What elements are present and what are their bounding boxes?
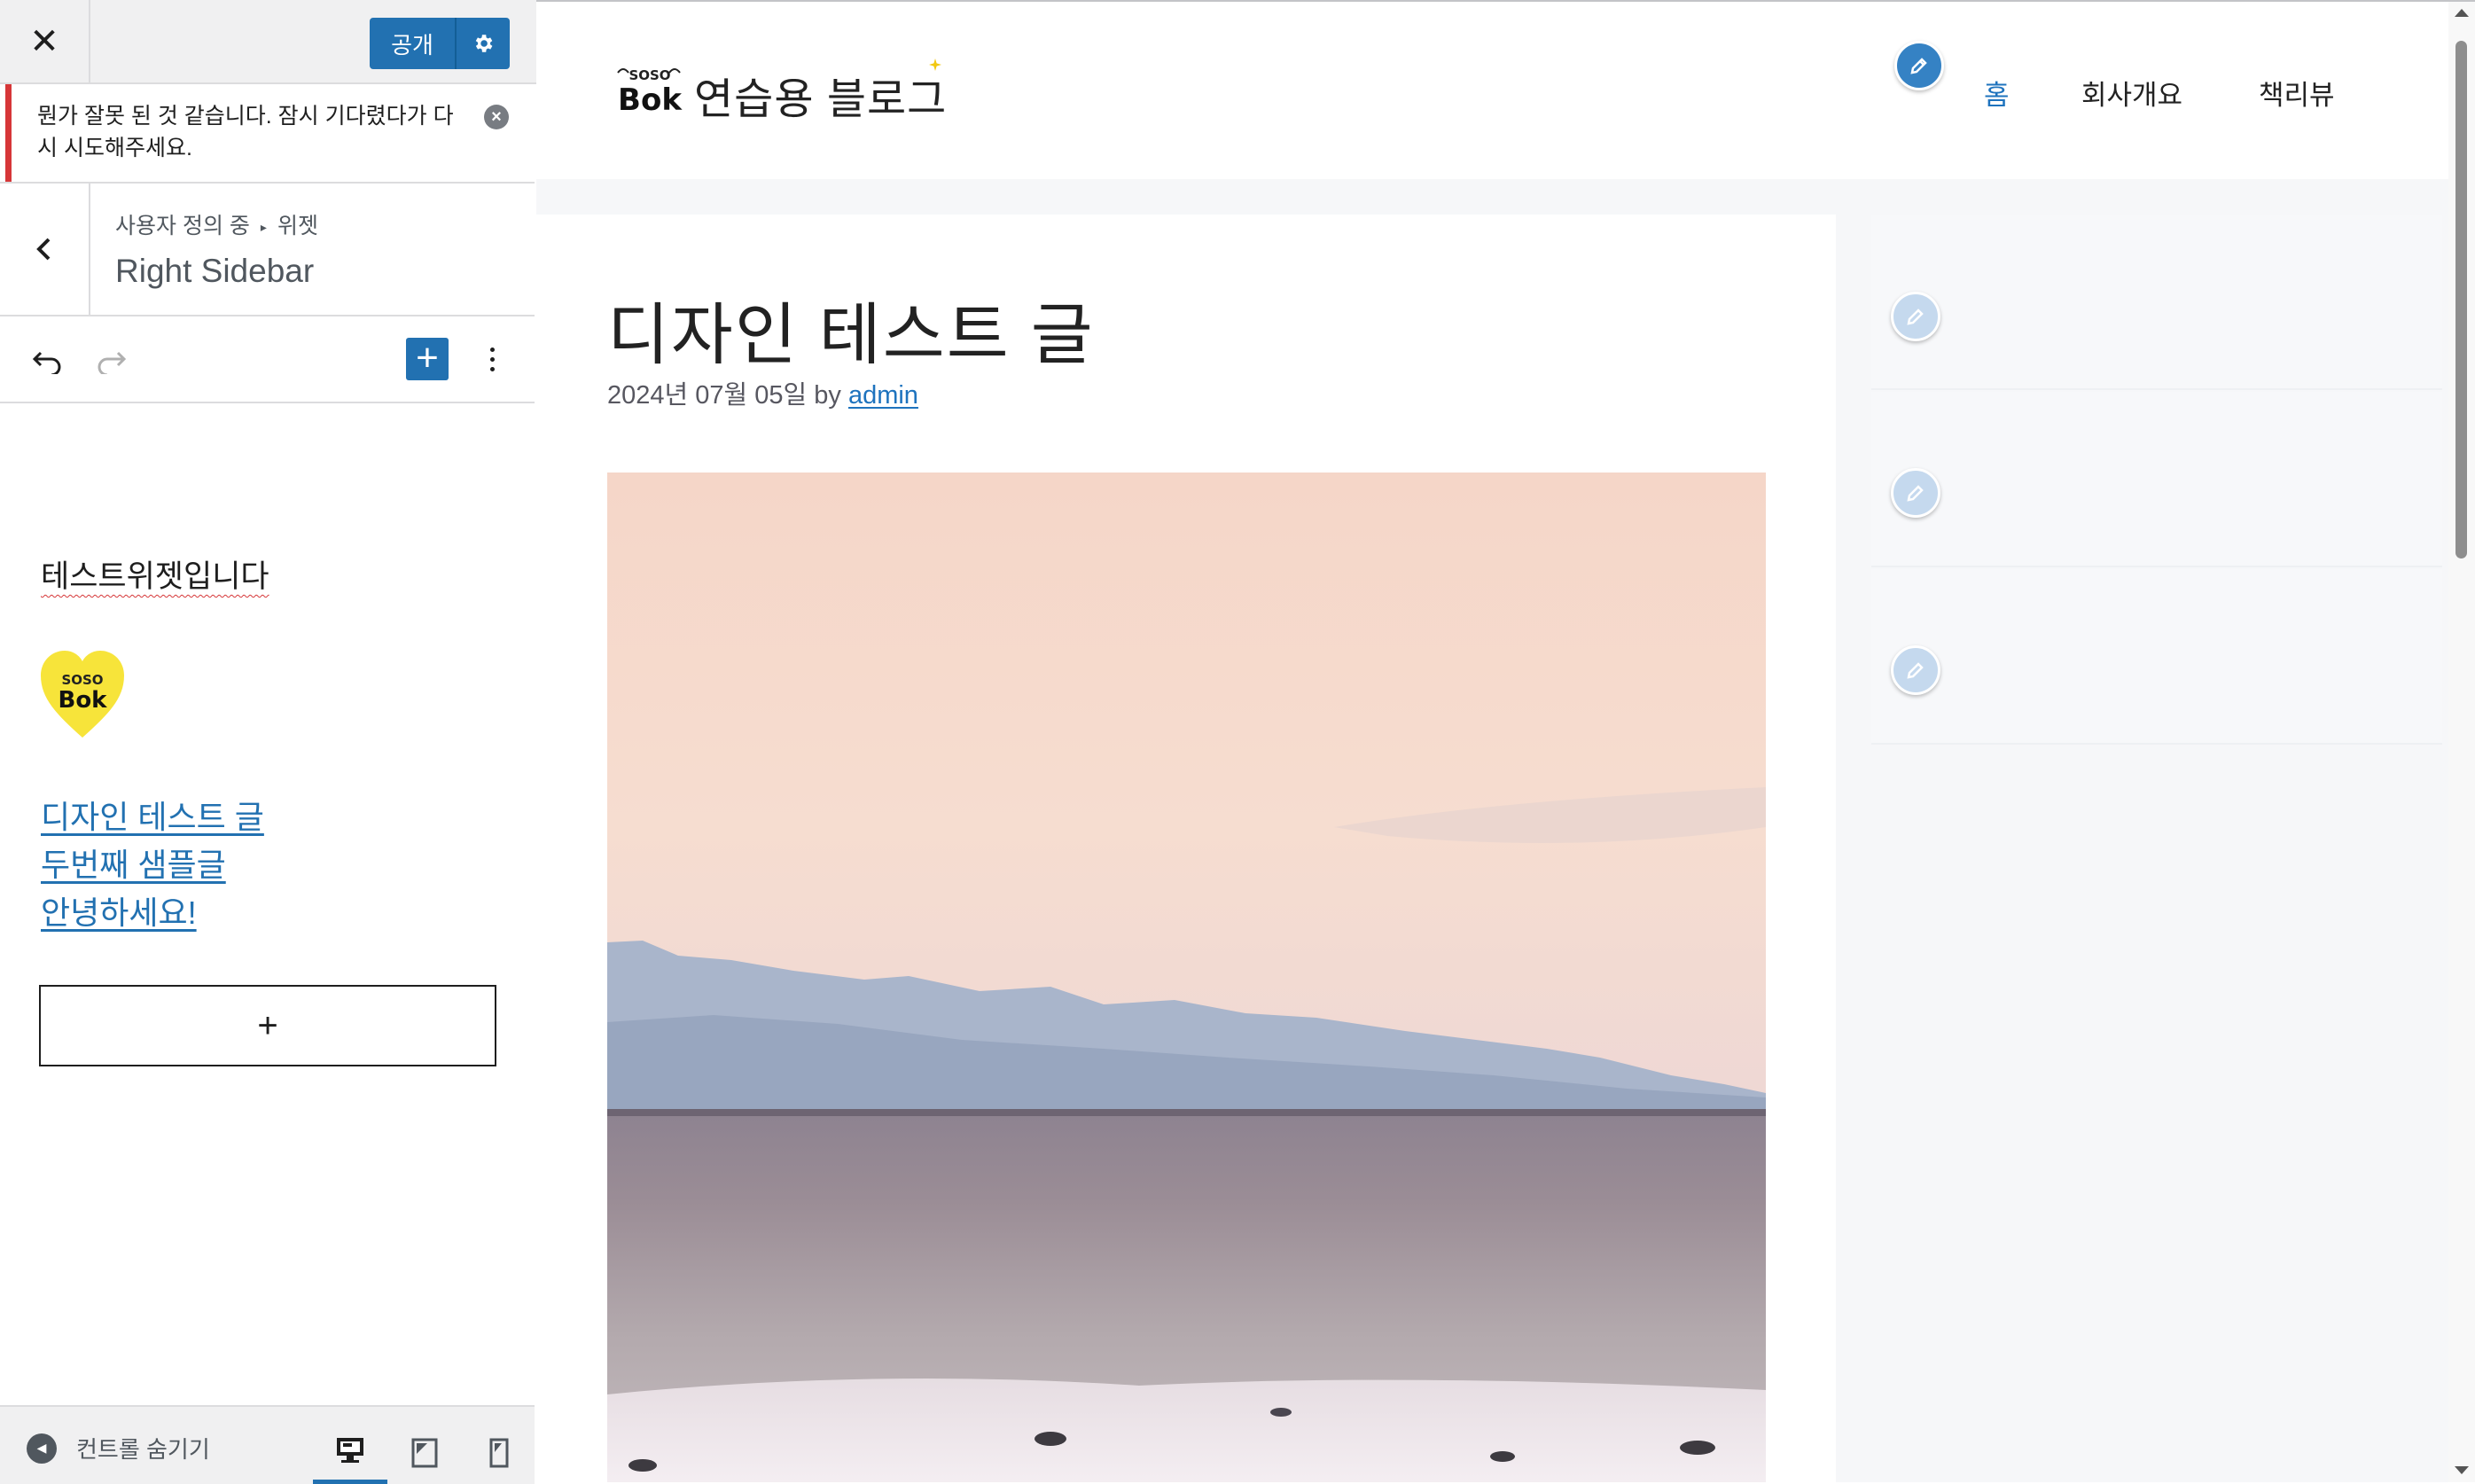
svg-text:Bok: Bok	[618, 82, 683, 118]
publish-settings-button[interactable]	[455, 18, 510, 69]
site-logo[interactable]: SOSO Bok	[614, 60, 692, 119]
scrollbar-thumb[interactable]	[2455, 41, 2467, 558]
widget-logo-image[interactable]: SOSO Bok	[39, 649, 126, 741]
close-icon: ✕	[29, 21, 59, 61]
site-preview: SOSO Bok 연습용 블로그 홈 회사개요 책리뷰 디자인 테스트 글 20…	[536, 0, 2475, 1482]
desktop-icon	[337, 1438, 363, 1463]
preview-desktop-button[interactable]	[313, 1421, 387, 1484]
pencil-icon	[1907, 662, 1924, 679]
breadcrumb-parent: 사용자 정의 중	[115, 214, 250, 238]
edit-widget-shortcut[interactable]	[1891, 645, 1940, 695]
publish-button[interactable]: 공개	[370, 18, 455, 69]
breadcrumb: 사용자 정의 중 ▸ 위젯	[115, 208, 318, 240]
close-customizer-button[interactable]: ✕	[0, 0, 90, 82]
preview-scrollbar[interactable]	[2448, 2, 2475, 1482]
star-icon	[929, 59, 941, 71]
mobile-icon	[489, 1438, 509, 1467]
chevron-left-icon	[36, 238, 51, 261]
undo-icon	[32, 351, 61, 374]
publish-button-group: 공개	[370, 18, 510, 69]
edit-widget-shortcut[interactable]	[1891, 468, 1940, 518]
back-button[interactable]	[0, 184, 90, 315]
edit-widget-shortcut[interactable]	[1891, 292, 1940, 341]
redo-icon	[98, 351, 127, 374]
featured-image	[607, 473, 1766, 1482]
nav-item-book-review[interactable]: 책리뷰	[2259, 73, 2335, 113]
edit-menu-shortcut[interactable]	[1894, 41, 1944, 90]
svg-text:SOSO: SOSO	[629, 67, 670, 83]
dismiss-notice-icon[interactable]: ×	[484, 105, 509, 129]
widget-heading[interactable]: 테스트위젯입니다	[41, 551, 269, 597]
sidebar-widget-area	[1871, 215, 2442, 390]
heart-logo-icon: SOSO Bok	[41, 651, 124, 738]
landscape-photo	[607, 473, 1766, 1482]
pencil-icon	[1907, 309, 1924, 325]
collapse-arrow-icon: ◀	[27, 1433, 57, 1464]
error-message: 뭔가 잘못 된 것 같습니다. 잠시 기다렸다가 다시 시도해주세요.	[37, 104, 454, 160]
preview-tablet-button[interactable]	[387, 1421, 462, 1484]
post-by-label: by	[814, 381, 841, 410]
recent-post-link[interactable]: 두번째 샘플글	[41, 841, 264, 889]
more-options-icon[interactable]	[479, 338, 505, 380]
breadcrumb-child: 위젯	[277, 214, 318, 238]
pencil-icon	[1910, 58, 1927, 74]
customizer-footer: ◀ 컨트롤 숨기기	[0, 1405, 535, 1484]
add-block-button[interactable]: +	[406, 338, 449, 380]
hide-controls-label: 컨트롤 숨기기	[76, 1436, 210, 1463]
block-appender-button[interactable]: +	[39, 985, 496, 1066]
block-toolbar: +	[0, 316, 535, 403]
customizer-header: ✕ 공개	[0, 0, 536, 84]
sidebar-widget-area	[1871, 392, 2442, 567]
svg-text:Bok: Bok	[59, 687, 108, 714]
customizer-sidebar: ✕ 공개 뭔가 잘못 된 것 같습니다. 잠시 기다렸다가 다시 시도해주세요.…	[0, 0, 538, 1484]
nav-item-about[interactable]: 회사개요	[2081, 73, 2259, 113]
breadcrumb-separator-icon: ▸	[260, 219, 267, 234]
nav-item-home[interactable]: 홈	[1984, 73, 2081, 113]
tablet-icon	[411, 1438, 438, 1467]
post-title[interactable]: 디자인 테스트 글	[607, 280, 1095, 378]
post-author-link[interactable]: admin	[848, 381, 918, 410]
error-notice: 뭔가 잘못 된 것 같습니다. 잠시 기다렸다가 다시 시도해주세요.	[0, 84, 535, 184]
preview-mobile-button[interactable]	[462, 1421, 536, 1484]
section-header: 사용자 정의 중 ▸ 위젯 Right Sidebar	[0, 184, 535, 316]
scroll-up-icon[interactable]	[2455, 9, 2469, 17]
error-indicator	[5, 84, 12, 182]
redo-button[interactable]	[91, 341, 130, 380]
recent-post-link[interactable]: 안녕하세요!	[41, 889, 264, 937]
sosobok-logo-icon: SOSO Bok	[617, 67, 683, 118]
primary-navigation: 홈 회사개요 책리뷰	[1984, 73, 2335, 113]
post-meta: 2024년 07월 05일 by admin	[607, 374, 918, 411]
post-article: 디자인 테스트 글 2024년 07월 05일 by admin	[536, 215, 1836, 1482]
undo-button[interactable]	[28, 341, 67, 380]
recent-post-link[interactable]: 디자인 테스트 글	[41, 793, 264, 841]
site-header: SOSO Bok 연습용 블로그 홈 회사개요 책리뷰	[536, 2, 2475, 179]
gear-icon	[475, 35, 493, 52]
pencil-icon	[1907, 485, 1924, 502]
recent-posts-list: 디자인 테스트 글 두번째 샘플글 안녕하세요!	[41, 793, 264, 937]
svg-text:SOSO: SOSO	[61, 672, 103, 688]
hide-controls-button[interactable]: ◀ 컨트롤 숨기기	[27, 1432, 210, 1464]
site-title[interactable]: 연습용 블로그	[694, 64, 947, 126]
scroll-down-icon[interactable]	[2455, 1466, 2469, 1474]
section-title: Right Sidebar	[115, 253, 315, 289]
sidebar-widget-area	[1871, 569, 2442, 745]
post-date: 2024년 07월 05일	[607, 381, 808, 410]
